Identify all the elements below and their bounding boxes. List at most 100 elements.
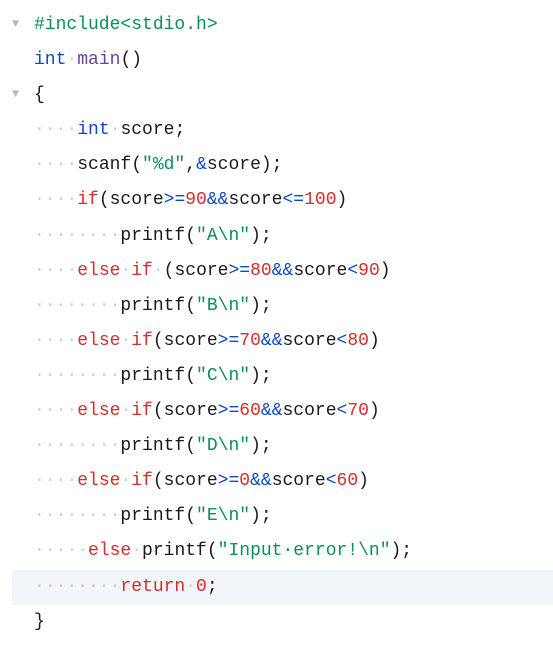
code-line[interactable]: ·····else·printf("Input·error!\n"); [12, 534, 553, 569]
token-keyword-type: int [34, 50, 66, 70]
token-number: 80 [250, 261, 272, 281]
token-punct: (score [164, 261, 229, 281]
token-ident: printf( [120, 296, 196, 316]
token-ident: printf( [142, 541, 218, 561]
token-keyword-ctrl: if [131, 471, 153, 491]
token-ws-dot: ········ [34, 296, 120, 316]
fold-marker-icon[interactable]: ▼ [12, 8, 19, 42]
token-operator: < [337, 331, 348, 351]
token-ident: score; [120, 120, 185, 140]
code-line[interactable]: ········printf("A\n"); [12, 219, 553, 254]
token-operator: && [207, 190, 229, 210]
token-operator: < [337, 401, 348, 421]
code-line[interactable]: ····else·if(score>=70&&score<80) [12, 324, 553, 359]
token-keyword-ctrl: else [88, 541, 131, 561]
token-string: "D\n" [196, 436, 250, 456]
code-line[interactable]: ····else·if·(score>=80&&score<90) [12, 254, 553, 289]
token-keyword-ctrl: else [77, 471, 120, 491]
code-line[interactable]: } [12, 605, 553, 640]
token-punct: ); [250, 296, 272, 316]
token-ident: score [293, 261, 347, 281]
token-ws-dot: ········ [34, 506, 120, 526]
code-line[interactable]: ····else·if(score>=60&&score<70) [12, 394, 553, 429]
token-punct: } [34, 612, 45, 632]
token-ws-dot: ···· [34, 120, 77, 140]
token-keyword-ctrl: else [77, 261, 120, 281]
code-line[interactable]: ····if(score>=90&&score<=100) [12, 183, 553, 218]
token-ident: printf( [120, 226, 196, 246]
code-line[interactable]: ····scanf("%d",&score); [12, 148, 553, 183]
token-ws-dot: · [131, 541, 142, 561]
token-punct: { [34, 85, 45, 105]
token-string: "Input·error!\n" [218, 541, 391, 561]
token-punct: (score [153, 401, 218, 421]
token-ws-dot: · [120, 331, 131, 351]
token-keyword-ctrl: if [77, 190, 99, 210]
code-line[interactable]: ········printf("D\n"); [12, 429, 553, 464]
token-ws-dot: · [120, 401, 131, 421]
token-ident: score [228, 190, 282, 210]
token-operator: >= [228, 261, 250, 281]
token-ws-dot: · [185, 577, 196, 597]
code-line[interactable]: int·main() [12, 43, 553, 78]
token-punct: ) [380, 261, 391, 281]
token-ident: printf( [120, 436, 196, 456]
token-keyword-ctrl: if [131, 401, 153, 421]
code-line[interactable]: ········printf("B\n"); [12, 289, 553, 324]
token-keyword-type: int [77, 120, 109, 140]
token-ws-dot: ········ [34, 436, 120, 456]
code-line[interactable]: ········printf("E\n"); [12, 499, 553, 534]
token-ident: score [283, 401, 337, 421]
code-line[interactable]: ········return·0; [12, 570, 553, 605]
token-keyword-ctrl: if [131, 331, 153, 351]
token-number: 90 [358, 261, 380, 281]
token-ws-dot: ···· [34, 331, 77, 351]
token-punct: ) [358, 471, 369, 491]
token-operator: && [272, 261, 294, 281]
token-punct: ) [369, 401, 380, 421]
token-punct: ); [250, 226, 272, 246]
token-ws-dot: ···· [34, 401, 77, 421]
token-keyword-ctrl: else [77, 331, 120, 351]
token-ws-dot: ···· [34, 155, 77, 175]
token-preproc: #include<stdio.h> [34, 15, 218, 35]
token-ws-dot: ········ [34, 577, 120, 597]
token-string: "B\n" [196, 296, 250, 316]
code-line[interactable]: ········printf("C\n"); [12, 359, 553, 394]
token-ident: scanf( [77, 155, 142, 175]
token-ws-dot: · [66, 50, 77, 70]
token-operator: && [261, 331, 283, 351]
token-ident: score [283, 331, 337, 351]
token-punct: ) [337, 190, 348, 210]
code-line[interactable]: ····else·if(score>=0&&score<60) [12, 464, 553, 499]
token-operator: < [326, 471, 337, 491]
code-line[interactable]: ▼ #include<stdio.h> [12, 8, 553, 43]
token-string: "E\n" [196, 506, 250, 526]
token-number: 80 [347, 331, 369, 351]
token-ident: printf( [120, 506, 196, 526]
code-line[interactable]: ····int·score; [12, 113, 553, 148]
token-punct: () [120, 50, 142, 70]
token-number: 60 [337, 471, 359, 491]
token-punct: ); [250, 506, 272, 526]
token-operator: < [347, 261, 358, 281]
token-func-name: main [77, 50, 120, 70]
token-number: 60 [239, 401, 261, 421]
token-string: "A\n" [196, 226, 250, 246]
token-operator: >= [218, 471, 240, 491]
token-ws-dot: ····· [34, 541, 88, 561]
code-editor[interactable]: ▼#include<stdio.h>int·main()▼{····int·sc… [12, 8, 553, 640]
token-operator: >= [164, 190, 186, 210]
token-ws-dot: · [120, 261, 131, 281]
token-ident: score [272, 471, 326, 491]
token-number: 0 [239, 471, 250, 491]
token-operator: && [261, 401, 283, 421]
token-punct: ) [369, 331, 380, 351]
token-ident: printf( [120, 366, 196, 386]
token-ws-dot: · [110, 120, 121, 140]
token-ws-dot: ········ [34, 366, 120, 386]
token-keyword-ctrl: return [120, 577, 185, 597]
token-number: 70 [347, 401, 369, 421]
fold-marker-icon[interactable]: ▼ [12, 78, 19, 112]
code-line[interactable]: ▼{ [12, 78, 553, 113]
